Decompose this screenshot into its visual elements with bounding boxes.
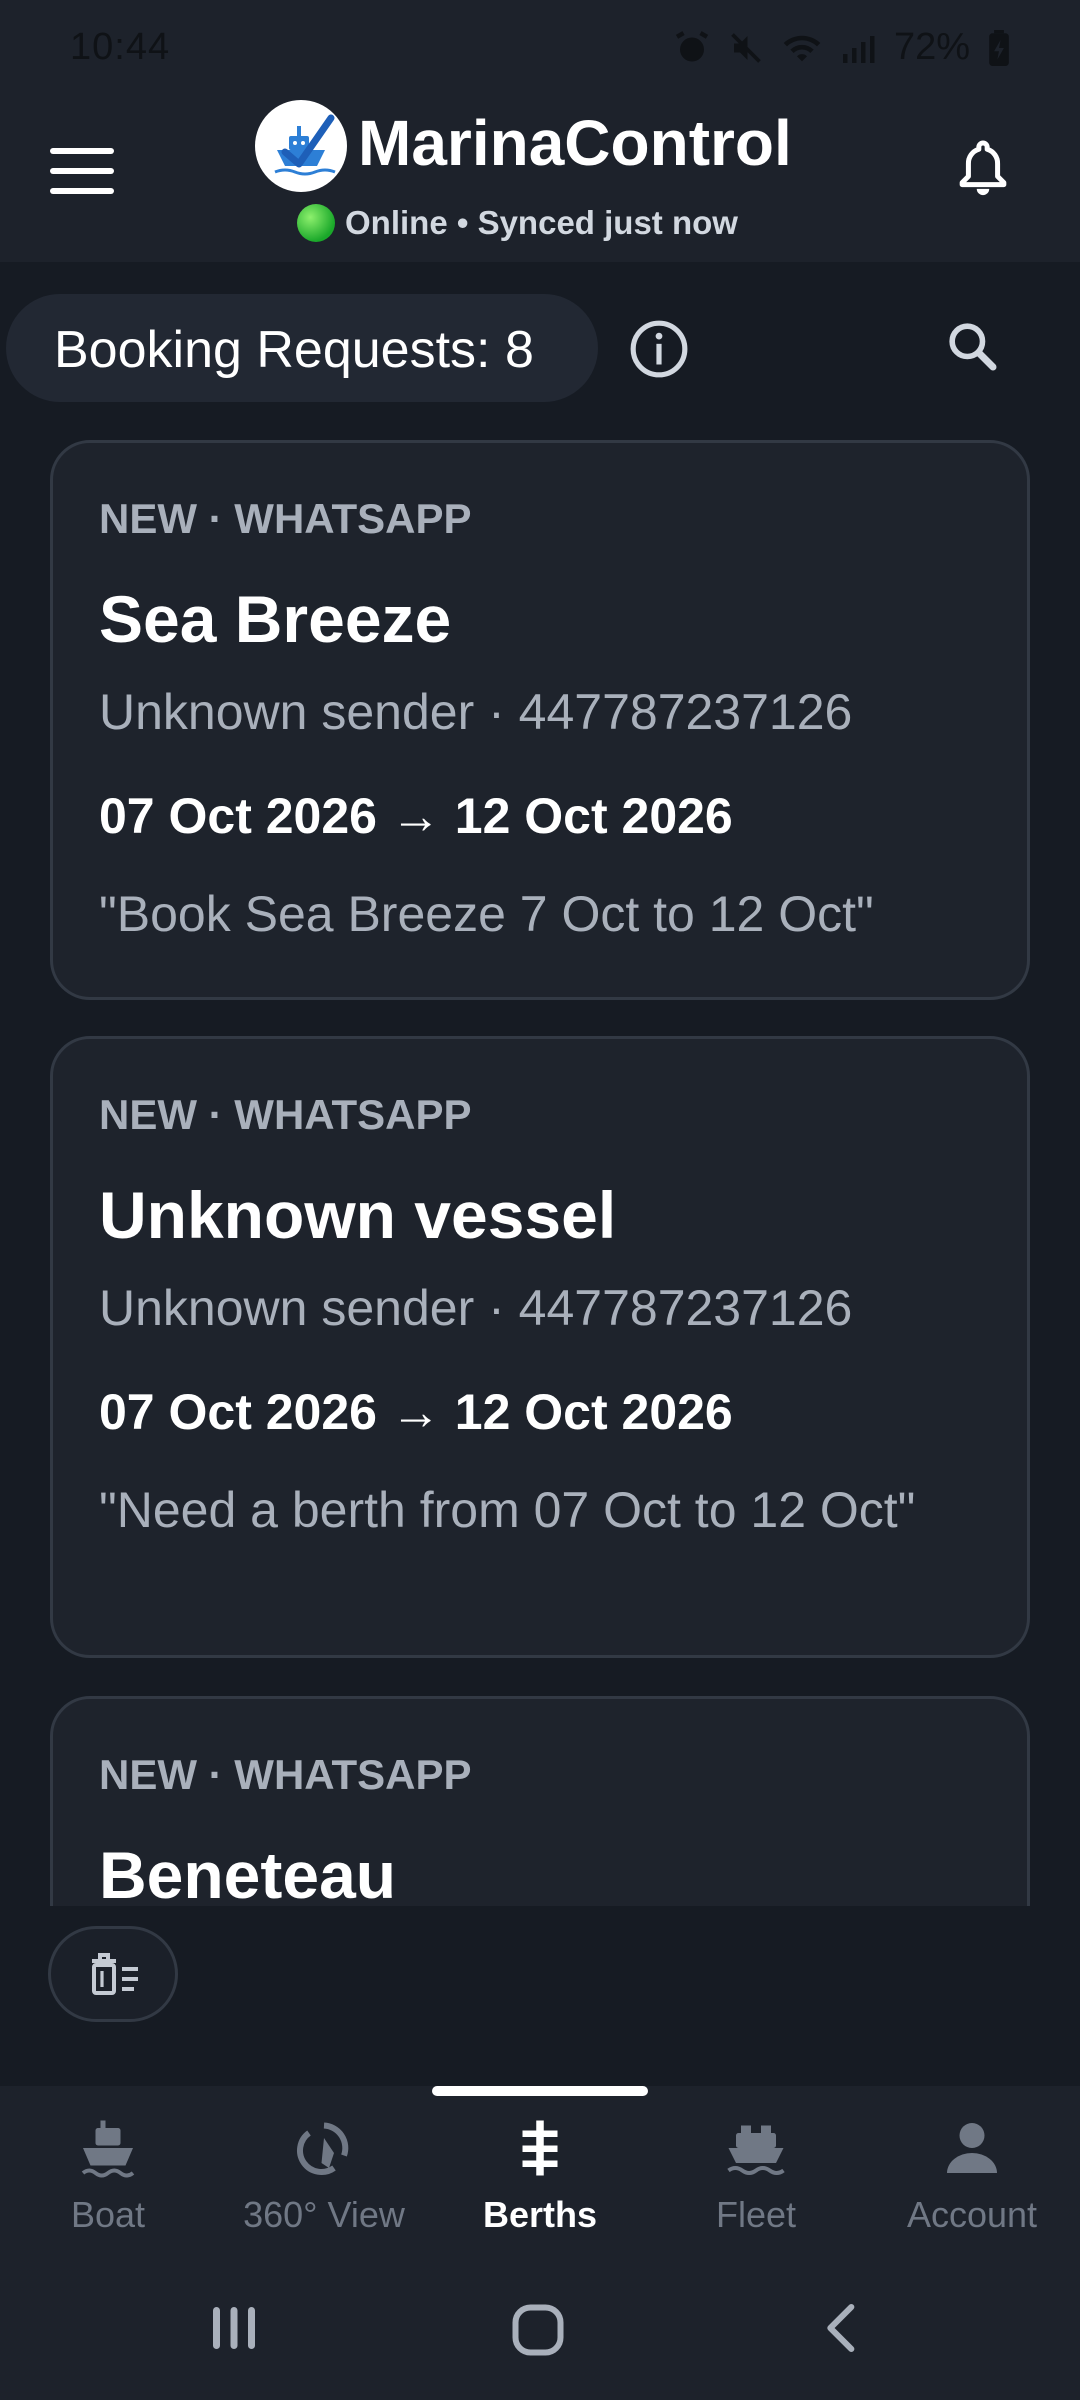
nav-tab-account[interactable]: Account (864, 2086, 1080, 2260)
request-tag: NEW · WHATSAPP (99, 1091, 472, 1138)
menu-button[interactable] (50, 148, 116, 198)
request-tag: NEW · WHATSAPP (99, 495, 472, 542)
nav-label-boat: Boat (70, 2194, 146, 2235)
clear-list-icon (92, 1953, 138, 1995)
nav-tab-360-view[interactable]: 360° View (216, 2086, 432, 2260)
request-message: "Book Sea Breeze 7 Oct to 12 Oct" (99, 886, 874, 942)
nav-label-berths: Berths (482, 2194, 598, 2235)
status-time: 10:44 (70, 26, 171, 68)
search-icon (949, 323, 997, 371)
account-icon (947, 2123, 997, 2173)
system-navigation-bar (0, 2260, 1080, 2400)
nav-tab-berths[interactable]: Berths (432, 2086, 648, 2260)
request-message: "Need a berth from 07 Oct to 12 Oct" (99, 1482, 916, 1538)
action-strip (0, 1906, 1080, 2086)
fleet-icon (727, 2125, 785, 2175)
boat-check-logo (274, 114, 336, 176)
date-range: 07 Oct 2026 → 12 Oct 2026 (99, 788, 733, 844)
booking-request-card[interactable]: NEW · WHATSAPP Unknown vessel Unknown se… (50, 1036, 1030, 1658)
nav-label-fleet: Fleet (715, 2194, 797, 2235)
wifi-icon (783, 35, 821, 61)
booking-request-card[interactable]: NEW · WHATSAPP Sea Breeze Unknown sender… (50, 440, 1030, 1000)
mute-icon (731, 32, 761, 63)
360-view-icon (297, 2122, 349, 2175)
app-header: MarinaControl Online • Synced just now (0, 100, 1080, 262)
recent-apps-icon[interactable] (206, 2300, 262, 2356)
notifications-button[interactable] (958, 138, 1008, 198)
booking-requests-chip[interactable]: Booking Requests: 8 (6, 294, 598, 402)
sync-status-text: Online • Synced just now (345, 204, 738, 241)
battery-percent: 72% (893, 26, 970, 68)
booking-request-card[interactable]: NEW · WHATSAPP Beneteau (50, 1696, 1030, 1906)
home-icon[interactable] (508, 2300, 568, 2360)
vessel-name: Unknown vessel (99, 1178, 617, 1252)
date-range: 07 Oct 2026 → 12 Oct 2026 (99, 1384, 733, 1440)
app-title: MarinaControl (358, 107, 792, 179)
nav-label-360-view: 360° View (243, 2194, 405, 2235)
search-button[interactable] (944, 318, 1000, 374)
booking-request-list[interactable]: NEW · WHATSAPP Sea Breeze Unknown sender… (0, 420, 1080, 1906)
online-status-dot-icon (297, 204, 335, 242)
nav-tab-fleet[interactable]: Fleet (648, 2086, 864, 2260)
app-logo (255, 100, 347, 192)
request-tag: NEW · WHATSAPP (99, 1751, 472, 1798)
booking-requests-label: Booking Requests: 8 (54, 321, 534, 379)
battery-icon (989, 29, 1009, 66)
back-icon[interactable] (814, 2300, 870, 2356)
alarm-icon (675, 30, 709, 61)
sender-info: Unknown sender · 447787237126 (99, 1280, 853, 1336)
vessel-name: Beneteau (99, 1838, 397, 1906)
boat-icon (81, 2120, 135, 2178)
bell-icon (959, 140, 1007, 196)
sender-info: Unknown sender · 447787237126 (99, 684, 853, 740)
info-button[interactable] (628, 318, 690, 380)
status-bar: 10:44 72% (0, 0, 1080, 100)
status-icons: 72% (674, 26, 1010, 69)
clear-list-button[interactable] (48, 1926, 178, 2022)
nav-label-account: Account (906, 2194, 1038, 2235)
sync-status: Online • Synced just now (297, 198, 738, 248)
bottom-navigation: Boat 360° View Berths Fleet Account (0, 2086, 1080, 2260)
signal-icon (842, 35, 875, 63)
berths-icon (522, 2120, 558, 2176)
info-icon (630, 320, 688, 378)
hamburger-menu-icon (50, 148, 114, 154)
nav-tab-boat[interactable]: Boat (0, 2086, 216, 2260)
vessel-name: Sea Breeze (99, 582, 452, 656)
